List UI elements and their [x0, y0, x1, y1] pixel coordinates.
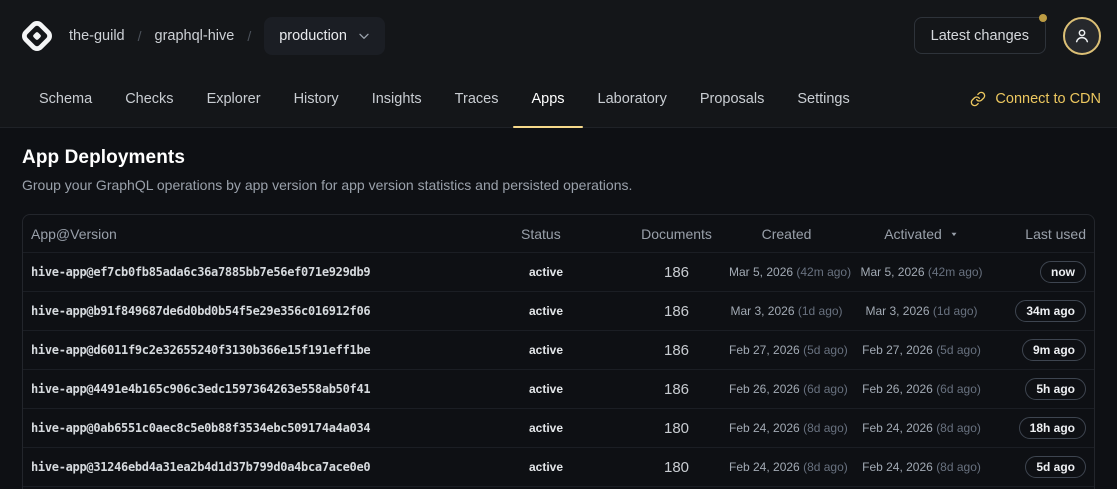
status-cell: active	[521, 343, 624, 357]
user-icon	[1072, 26, 1092, 46]
table-row[interactable]: hive-app@d6011f9c2e32655240f3130b366e15f…	[23, 330, 1094, 369]
latest-changes-button[interactable]: Latest changes	[914, 17, 1046, 54]
chevron-down-icon	[356, 28, 372, 44]
status-cell: active	[521, 304, 624, 318]
documents-cell: 180	[624, 459, 729, 476]
column-header-documents: Documents	[624, 226, 729, 242]
created-cell: Feb 24, 2026 (8d ago)	[729, 460, 844, 474]
last-used-badge: 9m ago	[1022, 339, 1086, 361]
tab-schema[interactable]: Schema	[29, 71, 102, 127]
last-used-badge: 34m ago	[1015, 300, 1086, 322]
header-right: Latest changes	[914, 17, 1101, 55]
top-header: the-guild / graphql-hive / production La…	[0, 0, 1117, 71]
hive-logo[interactable]	[18, 17, 56, 55]
created-cell: Mar 5, 2026 (42m ago)	[729, 265, 844, 279]
last-used-badge: 18h ago	[1019, 417, 1086, 439]
table-row[interactable]: hive-app@31246ebd4a31ea2b4d1d37b799d0a4b…	[23, 447, 1094, 486]
last-used-cell: 34m ago	[999, 300, 1094, 322]
tab-apps[interactable]: Apps	[521, 71, 574, 127]
table-row[interactable]: hive-app@ef7cb0fb85ada6c36a7885bb7e56ef0…	[23, 252, 1094, 291]
sort-descending-icon	[949, 229, 959, 239]
activated-cell: Feb 27, 2026 (5d ago)	[844, 343, 999, 357]
tab-checks[interactable]: Checks	[115, 71, 183, 127]
last-used-cell: 9m ago	[999, 339, 1094, 361]
table-row[interactable]: hive-app@0ab6551c0aec8c5e0b88f3534ebc509…	[23, 408, 1094, 447]
tab-proposals[interactable]: Proposals	[690, 71, 774, 127]
last-used-badge: now	[1040, 261, 1086, 283]
activated-cell: Mar 3, 2026 (1d ago)	[844, 304, 999, 318]
top-chrome: the-guild / graphql-hive / production La…	[0, 0, 1117, 128]
target-selector[interactable]: production	[264, 17, 385, 55]
documents-cell: 186	[624, 264, 729, 281]
app-version-cell: hive-app@d6011f9c2e32655240f3130b366e15f…	[23, 343, 521, 357]
status-cell: active	[521, 382, 624, 396]
activated-cell: Mar 5, 2026 (42m ago)	[844, 265, 999, 279]
tab-explorer[interactable]: Explorer	[197, 71, 271, 127]
notification-dot-icon	[1039, 14, 1047, 22]
documents-cell: 186	[624, 381, 729, 398]
created-cell: Mar 3, 2026 (1d ago)	[729, 304, 844, 318]
breadcrumb-separator: /	[247, 28, 251, 44]
column-header-status: Status	[521, 226, 624, 242]
avatar[interactable]	[1063, 17, 1101, 55]
last-used-cell: now	[999, 261, 1094, 283]
connect-to-cdn-label: Connect to CDN	[995, 91, 1101, 107]
column-header-activated-label: Activated	[884, 226, 942, 242]
tab-laboratory[interactable]: Laboratory	[588, 71, 677, 127]
hive-diamond-icon	[18, 17, 56, 55]
app-version-cell: hive-app@ef7cb0fb85ada6c36a7885bb7e56ef0…	[23, 265, 521, 279]
tab-traces[interactable]: Traces	[445, 71, 509, 127]
page-title: App Deployments	[22, 147, 1095, 169]
table-header-row: App@Version Status Documents Created Act…	[23, 215, 1094, 252]
connect-to-cdn-link[interactable]: Connect to CDN	[970, 71, 1101, 127]
documents-cell: 180	[624, 420, 729, 437]
status-cell: active	[521, 265, 624, 279]
last-used-badge: 5h ago	[1025, 378, 1086, 400]
created-cell: Feb 24, 2026 (8d ago)	[729, 421, 844, 435]
column-header-app-version: App@Version	[23, 226, 521, 242]
latest-changes-label: Latest changes	[931, 28, 1029, 44]
app-version-cell: hive-app@0ab6551c0aec8c5e0b88f3534ebc509…	[23, 421, 521, 435]
created-cell: Feb 27, 2026 (5d ago)	[729, 343, 844, 357]
column-header-created: Created	[729, 226, 844, 242]
app-deployments-table: App@Version Status Documents Created Act…	[22, 214, 1095, 489]
activated-cell: Feb 24, 2026 (8d ago)	[844, 460, 999, 474]
tab-bar: Schema Checks Explorer History Insights …	[0, 71, 1117, 128]
tab-settings[interactable]: Settings	[787, 71, 859, 127]
last-used-cell: 5d ago	[999, 456, 1094, 478]
created-cell: Feb 26, 2026 (6d ago)	[729, 382, 844, 396]
target-selector-label: production	[279, 28, 347, 44]
link-icon	[970, 91, 986, 107]
column-header-last-used: Last used	[999, 226, 1094, 242]
header-left: the-guild / graphql-hive / production	[18, 17, 385, 55]
app-version-cell: hive-app@b91f849687de6d0bd0b54f5e29e356c…	[23, 304, 521, 318]
last-used-cell: 5h ago	[999, 378, 1094, 400]
app-version-cell: hive-app@4491e4b165c906c3edc1597364263e5…	[23, 382, 521, 396]
activated-cell: Feb 24, 2026 (8d ago)	[844, 421, 999, 435]
last-used-cell: 18h ago	[999, 417, 1094, 439]
breadcrumb: the-guild / graphql-hive / production	[69, 17, 385, 55]
tab-insights[interactable]: Insights	[362, 71, 432, 127]
tab-history[interactable]: History	[284, 71, 349, 127]
status-cell: active	[521, 421, 624, 435]
documents-cell: 186	[624, 303, 729, 320]
main-content: App Deployments Group your GraphQL opera…	[0, 128, 1117, 489]
breadcrumb-project[interactable]: graphql-hive	[155, 28, 235, 44]
last-used-badge: 5d ago	[1025, 456, 1086, 478]
table-row[interactable]: hive-app@b91f849687de6d0bd0b54f5e29e356c…	[23, 291, 1094, 330]
documents-cell: 186	[624, 342, 729, 359]
breadcrumb-separator: /	[138, 28, 142, 44]
activated-cell: Feb 26, 2026 (6d ago)	[844, 382, 999, 396]
table-row[interactable]: hive-app@4491e4b165c906c3edc1597364263e5…	[23, 369, 1094, 408]
page-description: Group your GraphQL operations by app ver…	[22, 177, 1095, 193]
status-cell: active	[521, 460, 624, 474]
app-version-cell: hive-app@31246ebd4a31ea2b4d1d37b799d0a4b…	[23, 460, 521, 474]
breadcrumb-org[interactable]: the-guild	[69, 28, 125, 44]
column-header-activated[interactable]: Activated	[844, 226, 999, 242]
